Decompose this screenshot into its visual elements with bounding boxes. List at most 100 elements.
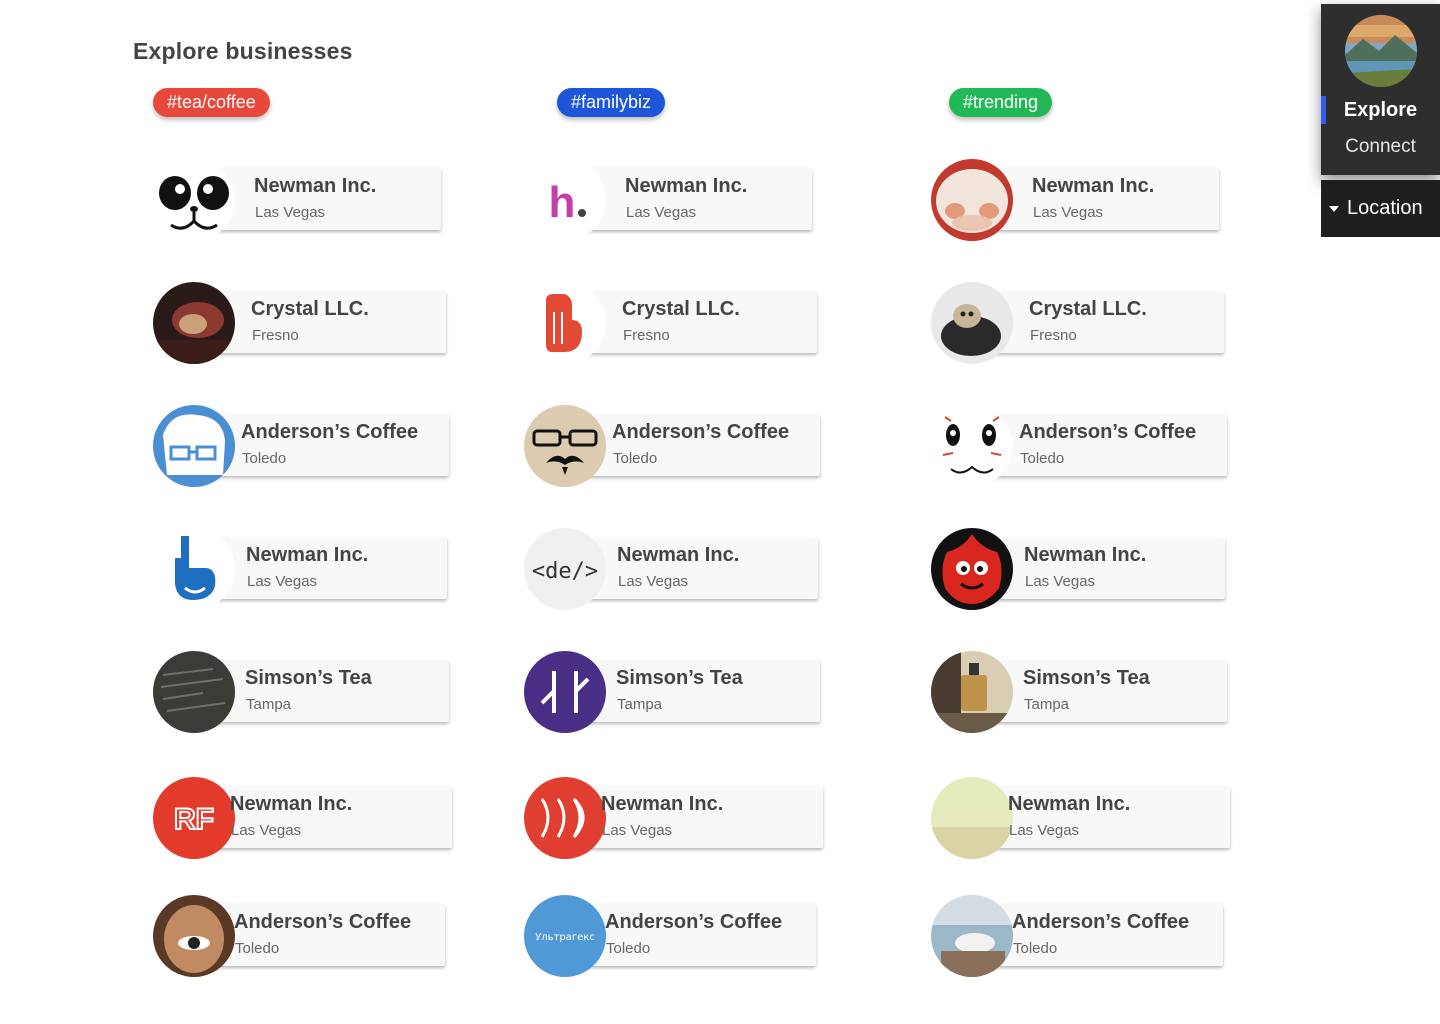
business-city: Toledo	[606, 940, 651, 957]
business-city: Las Vegas	[626, 204, 697, 221]
business-card[interactable]: Anderson’s Coffee Toledo	[153, 405, 533, 489]
cow-face-avatar[interactable]	[931, 159, 1013, 241]
red-swirl-logo-icon[interactable]	[524, 777, 606, 859]
business-city: Las Vegas	[1009, 822, 1080, 839]
code-screen-avatar[interactable]	[153, 651, 235, 733]
red-monster-icon[interactable]	[931, 528, 1013, 610]
svg-text:RF: RF	[174, 803, 214, 836]
nav-explore[interactable]: Explore	[1321, 96, 1440, 124]
mustache-face-icon[interactable]	[524, 405, 606, 487]
code-tag-icon[interactable]: <de/>	[524, 528, 606, 610]
business-card[interactable]: Crystal LLC. Fresno	[931, 282, 1311, 366]
business-city: Las Vegas	[231, 822, 302, 839]
business-card[interactable]: Newman Inc. Las Vegas	[931, 777, 1311, 861]
business-city: Toledo	[613, 450, 658, 467]
column-tea-coffee: #tea/coffee	[153, 88, 533, 117]
business-card[interactable]: Newman Inc. Las Vegas	[524, 777, 904, 861]
business-card[interactable]: Crystal LLC. Fresno	[153, 282, 533, 366]
landscape-avatar[interactable]	[1345, 15, 1417, 87]
svg-text:<de/>: <de/>	[532, 559, 598, 584]
business-card[interactable]: Simson’s Tea Tampa	[931, 651, 1311, 735]
svg-text:Ультрагекс: Ультрагекс	[535, 932, 595, 943]
nav-explore-label: Explore	[1343, 99, 1418, 121]
business-card[interactable]: Newman Inc. Las Vegas	[931, 159, 1311, 243]
business-name[interactable]: Crystal LLC.	[1029, 298, 1147, 321]
business-name[interactable]: Newman Inc.	[1008, 793, 1130, 816]
business-card[interactable]: Anderson’s Coffee Toledo	[931, 895, 1311, 979]
page-title: Explore businesses	[133, 38, 353, 64]
pale-green-avatar[interactable]	[931, 777, 1013, 859]
business-city: Las Vegas	[618, 573, 689, 590]
business-city: Las Vegas	[1033, 204, 1104, 221]
side-nav: Explore Connect	[1321, 4, 1440, 175]
tag-trending[interactable]: #trending	[949, 88, 1053, 117]
nav-connect[interactable]: Connect	[1321, 134, 1440, 160]
business-card[interactable]: Crystal LLC. Fresno	[524, 282, 904, 366]
business-name[interactable]: Newman Inc.	[601, 793, 723, 816]
tea-press-avatar[interactable]	[931, 651, 1013, 733]
tag-tea-coffee[interactable]: #tea/coffee	[153, 88, 270, 117]
column-familybiz: #familybiz	[524, 88, 904, 117]
business-city: Toledo	[242, 450, 287, 467]
business-name[interactable]: Newman Inc.	[246, 544, 368, 567]
rf-logo-icon[interactable]: RF	[153, 777, 235, 859]
business-name[interactable]: Crystal LLC.	[622, 298, 740, 321]
business-name[interactable]: Simson’s Tea	[616, 667, 743, 690]
business-city: Las Vegas	[602, 822, 673, 839]
business-card[interactable]: Anderson’s Coffee Toledo	[931, 405, 1311, 489]
business-name[interactable]: Anderson’s Coffee	[1019, 421, 1196, 444]
cup-photo-avatar[interactable]	[931, 895, 1013, 977]
business-name[interactable]: Anderson’s Coffee	[241, 421, 418, 444]
business-name[interactable]: Newman Inc.	[230, 793, 352, 816]
business-card[interactable]: Anderson’s Coffee Toledo	[524, 405, 904, 489]
business-card[interactable]: Newman Inc. Las Vegas	[931, 528, 1311, 612]
cat-face-icon[interactable]	[931, 405, 1013, 487]
business-card[interactable]: <de/> Newman Inc. Las Vegas	[524, 528, 904, 612]
business-city: Las Vegas	[1025, 573, 1096, 590]
location-label: Location	[1347, 197, 1423, 219]
business-city: Tampa	[617, 696, 663, 713]
business-name[interactable]: Newman Inc.	[1032, 175, 1154, 198]
eye-hand-avatar[interactable]	[153, 895, 235, 977]
column-trending: #trending	[931, 88, 1311, 117]
business-city: Fresno	[1030, 327, 1077, 344]
business-city: Toledo	[235, 940, 280, 957]
business-city: Tampa	[246, 696, 292, 713]
purple-logo-icon[interactable]	[524, 651, 606, 733]
business-card[interactable]: Newman Inc. Las Vegas	[153, 528, 533, 612]
h-logo-icon[interactable]: h	[524, 159, 606, 241]
caret-down-icon	[1329, 206, 1339, 212]
business-city: Las Vegas	[255, 204, 326, 221]
business-name[interactable]: Simson’s Tea	[1023, 667, 1150, 690]
business-card[interactable]: Ультрагекс Anderson’s Coffee Toledo	[524, 895, 904, 979]
business-card[interactable]: Newman Inc. Las Vegas	[153, 159, 533, 243]
business-name[interactable]: Simson’s Tea	[245, 667, 372, 690]
svg-text:h: h	[549, 178, 576, 227]
business-name[interactable]: Anderson’s Coffee	[605, 911, 782, 934]
business-card[interactable]: h Newman Inc. Las Vegas	[524, 159, 904, 243]
blue-text-logo[interactable]: Ультрагекс	[524, 895, 606, 977]
business-name[interactable]: Newman Inc.	[617, 544, 739, 567]
business-card[interactable]: Simson’s Tea Tampa	[153, 651, 533, 735]
business-name[interactable]: Crystal LLC.	[251, 298, 369, 321]
business-name[interactable]: Anderson’s Coffee	[612, 421, 789, 444]
dark-photo-avatar[interactable]	[153, 282, 235, 364]
business-name[interactable]: Anderson’s Coffee	[1012, 911, 1189, 934]
active-indicator	[1321, 96, 1326, 124]
pointing-hand-icon[interactable]	[153, 528, 235, 610]
business-name[interactable]: Newman Inc.	[1024, 544, 1146, 567]
business-city: Toledo	[1020, 450, 1065, 467]
glasses-face-icon[interactable]	[153, 405, 235, 487]
business-city: Las Vegas	[247, 573, 318, 590]
tag-familybiz[interactable]: #familybiz	[557, 88, 666, 117]
business-card[interactable]: RF Newman Inc. Las Vegas	[153, 777, 533, 861]
sloth-avatar[interactable]	[931, 282, 1013, 364]
business-name[interactable]: Newman Inc.	[625, 175, 747, 198]
business-name[interactable]: Anderson’s Coffee	[234, 911, 411, 934]
hand-logo-icon[interactable]	[524, 282, 606, 364]
location-dropdown[interactable]: Location	[1321, 180, 1440, 237]
business-name[interactable]: Newman Inc.	[254, 175, 376, 198]
panda-face-icon[interactable]	[153, 159, 235, 241]
business-card[interactable]: Simson’s Tea Tampa	[524, 651, 904, 735]
business-card[interactable]: Anderson’s Coffee Toledo	[153, 895, 533, 979]
